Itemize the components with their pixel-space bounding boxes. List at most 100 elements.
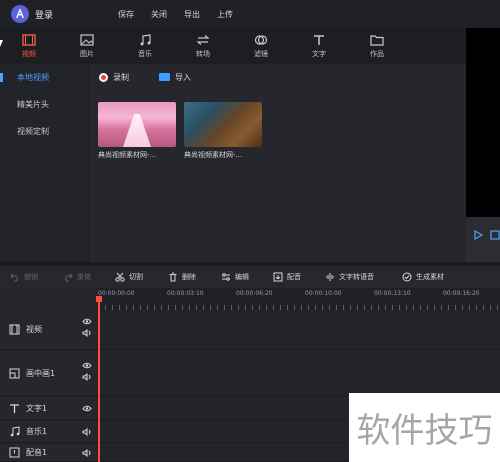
- tab-transition[interactable]: 转场: [174, 28, 232, 64]
- mouse-cursor-icon: [0, 40, 3, 47]
- speaker-icon[interactable]: [82, 449, 92, 457]
- sidebar-item-local-video[interactable]: 本地视频: [0, 64, 89, 91]
- text-to-speech-button[interactable]: 文字转语音: [325, 272, 374, 282]
- track-name: 配音1: [26, 448, 48, 457]
- music-icon: [140, 33, 151, 45]
- tab-works[interactable]: 作品: [348, 28, 406, 64]
- media-thumbnail[interactable]: 典尚视频素材网-...: [98, 102, 176, 160]
- sidebar-item-label: 本地视频: [17, 73, 49, 82]
- sidebar-item-intros[interactable]: 精美片头: [0, 91, 89, 118]
- trash-icon: [169, 272, 177, 282]
- eye-icon[interactable]: [82, 318, 92, 325]
- thumbnail-grid: 典尚视频素材网-... 典尚视频素材网-...: [98, 102, 262, 160]
- play-icon[interactable]: [473, 230, 483, 240]
- dub-button[interactable]: 配音: [273, 272, 301, 282]
- tab-video[interactable]: 视频: [0, 28, 58, 64]
- import-label: 导入: [175, 72, 191, 82]
- ruler-time: 00:00:16:20: [443, 290, 480, 297]
- track-name: 文字1: [26, 403, 48, 413]
- speaker-icon[interactable]: [82, 428, 92, 436]
- music-icon: [10, 426, 20, 437]
- tab-filter[interactable]: 滤镜: [232, 28, 290, 64]
- tts-label: 文字转语音: [339, 273, 374, 281]
- tab-label: 文字: [312, 49, 326, 58]
- track-header-music: 音乐1: [0, 421, 98, 443]
- film-icon: [22, 33, 36, 46]
- track-lane-video[interactable]: [98, 310, 500, 350]
- eye-icon[interactable]: [82, 362, 92, 369]
- media-tab-bar: 视频 图片 音乐 转场 滤镜 文字 作品: [0, 28, 466, 64]
- image-icon: [80, 33, 94, 46]
- record-icon: [99, 72, 108, 82]
- tab-text[interactable]: 文字: [290, 28, 348, 64]
- generate-material-button[interactable]: 生成素材: [402, 272, 444, 282]
- edit-button[interactable]: 编辑: [221, 272, 249, 282]
- cut-label: 切割: [129, 273, 143, 281]
- edit-toolbar: 撤销 重做 切割 删除 编辑 配音 文字转语音 生成素材: [0, 266, 500, 288]
- tab-label: 音乐: [138, 49, 152, 58]
- folder-icon: [370, 34, 384, 46]
- track-header-dub: 配音1: [0, 444, 98, 462]
- delete-button[interactable]: 删除: [168, 272, 196, 282]
- preview-window: [466, 28, 500, 217]
- ruler-time: 00:00:13:10: [374, 290, 411, 297]
- tab-music[interactable]: 音乐: [116, 28, 174, 64]
- save-menu-item[interactable]: 保存: [118, 9, 134, 20]
- ruler-time: 00:00:03:10: [167, 290, 204, 297]
- library-actions: 录制 导入: [91, 64, 466, 90]
- film-icon: [9, 324, 20, 335]
- dub-label: 配音: [287, 273, 301, 281]
- cut-button[interactable]: 切割: [115, 272, 143, 282]
- login-button[interactable]: 登录: [35, 8, 53, 21]
- generate-label: 生成素材: [416, 273, 444, 281]
- redo-button[interactable]: 重做: [63, 272, 91, 282]
- track-lane-pip[interactable]: [98, 351, 500, 396]
- timeline-ruler[interactable]: 00:00:00:00 00:00:03:10 00:00:06:20 00:0…: [98, 288, 500, 310]
- tab-image[interactable]: 图片: [58, 28, 116, 64]
- undo-label: 撤销: [24, 273, 38, 281]
- thumbnail-image: [98, 102, 176, 147]
- close-menu-item[interactable]: 关闭: [151, 9, 167, 20]
- voiceover-icon: [273, 272, 283, 282]
- tab-label: 作品: [370, 49, 384, 58]
- record-button[interactable]: 录制: [99, 72, 129, 83]
- record-label: 录制: [113, 72, 129, 82]
- upload-menu-item[interactable]: 上传: [217, 9, 233, 20]
- import-folder-icon: [159, 73, 170, 81]
- sliders-icon: [222, 273, 230, 281]
- redo-label: 重做: [77, 273, 91, 281]
- speaker-icon[interactable]: [82, 373, 92, 381]
- timeline-playhead[interactable]: [96, 296, 102, 462]
- thumbnail-caption: 典尚视频素材网-...: [98, 151, 157, 159]
- sidebar-item-label: 精美片头: [17, 100, 49, 109]
- eye-icon[interactable]: [82, 405, 92, 412]
- undo-button[interactable]: 撤销: [10, 272, 38, 282]
- text-icon: [10, 403, 19, 413]
- track-name: 画中画1: [26, 368, 56, 378]
- speaker-icon[interactable]: [82, 329, 92, 337]
- scissors-icon: [115, 272, 125, 282]
- top-menu: 保存 关闭 导出 上传: [118, 0, 250, 28]
- media-library: 录制 导入 典尚视频素材网-... 典尚视频素材网-...: [91, 64, 466, 262]
- sidebar-item-custom-video[interactable]: 视频定制: [0, 118, 89, 145]
- track-name: 视频: [26, 325, 42, 334]
- active-marker: [0, 73, 3, 82]
- sidebar-item-label: 视频定制: [17, 127, 49, 136]
- track-header-video: 视频: [0, 310, 98, 350]
- import-button[interactable]: 导入: [159, 72, 191, 83]
- tab-label: 图片: [80, 49, 94, 58]
- tab-label: 转场: [196, 49, 210, 58]
- ruler-time: 00:00:10:00: [305, 290, 342, 297]
- app-logo-icon: [11, 5, 29, 23]
- thumbnail-image: [184, 102, 262, 147]
- voiceover-icon: [9, 447, 20, 458]
- media-thumbnail[interactable]: 典尚视频素材网-...: [184, 102, 262, 160]
- edit-label: 编辑: [235, 273, 249, 281]
- track-header-pip: 画中画1: [0, 351, 98, 396]
- filter-icon: [254, 34, 268, 45]
- text-icon: [314, 34, 324, 45]
- watermark-text: 软件技巧: [349, 393, 500, 462]
- thumbnail-caption: 典尚视频素材网-...: [184, 151, 243, 159]
- stop-icon[interactable]: [490, 230, 500, 240]
- export-menu-item[interactable]: 导出: [184, 9, 200, 20]
